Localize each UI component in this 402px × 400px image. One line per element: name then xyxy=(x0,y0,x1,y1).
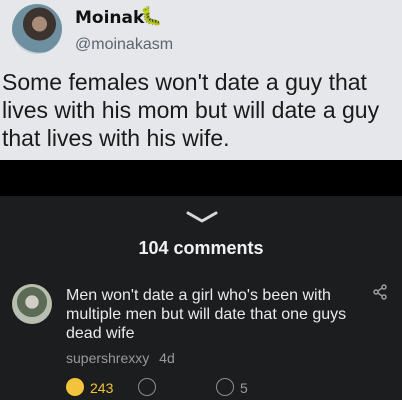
share-icon[interactable] xyxy=(372,284,388,300)
tweet-text: Some females won't date a guy that lives… xyxy=(2,69,380,151)
reply-icon[interactable] xyxy=(216,378,234,396)
tweet-author-name[interactable]: Moinak xyxy=(75,8,144,28)
comments-panel: 104 comments Men won't date a girl who's… xyxy=(0,196,402,400)
chevron-down-icon[interactable] xyxy=(184,210,220,224)
caterpillar-emoji-icon: 🐛 xyxy=(140,6,163,26)
tweet-card: Moinak 🐛 @moinakasm Some females won't d… xyxy=(0,0,402,160)
comment-author-avatar[interactable] xyxy=(12,284,52,324)
reaction-count: 243 xyxy=(90,380,114,396)
divider-gap xyxy=(0,160,402,196)
add-reaction-icon[interactable] xyxy=(138,378,156,396)
comment-reactions: 243 5 xyxy=(66,378,366,398)
comment-age: 4d xyxy=(159,350,175,366)
comment-meta: supershrexxy 4d xyxy=(66,350,175,366)
tweet-author-handle[interactable]: @moinakasm xyxy=(75,36,173,54)
laugh-reaction-icon[interactable] xyxy=(66,378,84,396)
tweet-author-avatar[interactable] xyxy=(12,4,62,54)
reply-count: 5 xyxy=(240,380,248,396)
comment-text: Men won't date a girl who's been with mu… xyxy=(66,287,347,342)
comment-author[interactable]: supershrexxy xyxy=(66,350,149,366)
comments-count: 104 comments xyxy=(138,238,264,258)
